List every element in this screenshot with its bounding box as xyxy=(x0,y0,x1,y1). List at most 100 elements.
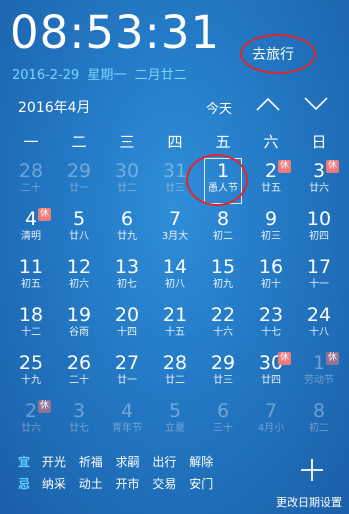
day-number: 12 xyxy=(66,256,92,278)
calendar-day[interactable]: 31 廿三 xyxy=(151,158,199,206)
weekday-label: 一 xyxy=(23,133,39,151)
clock-time: 08:53:31 xyxy=(10,6,221,59)
calendar-day[interactable]: 28 廿二 xyxy=(151,350,199,398)
day-number: 15 xyxy=(210,256,236,278)
calendar-day[interactable]: 21 十五 xyxy=(151,302,199,350)
day-number: 21 xyxy=(162,304,188,326)
today-button[interactable]: 今天 xyxy=(206,98,232,117)
weekday-label: 二 xyxy=(71,133,87,151)
day-number: 25 xyxy=(18,352,44,374)
day-number: 31 xyxy=(162,160,188,182)
day-lunar-label: 廿七 xyxy=(69,423,89,434)
day-number: 29 xyxy=(66,160,92,182)
day-lunar-label: 初七 xyxy=(117,279,137,290)
current-date: 2016-2-29 xyxy=(12,68,80,83)
day-number: 24 xyxy=(306,304,332,326)
calendar-day[interactable]: 11 初五 xyxy=(7,254,55,302)
calendar-day[interactable]: 3 廿七 xyxy=(55,398,103,446)
calendar-day[interactable]: 17 十一 xyxy=(295,254,343,302)
day-lunar-label: 初五 xyxy=(21,279,41,290)
calendar-day[interactable]: 16 初十 xyxy=(247,254,295,302)
calendar-day[interactable]: 13 初七 xyxy=(103,254,151,302)
day-lunar-label: 十九 xyxy=(21,375,41,386)
current-weekday: 星期一 xyxy=(87,68,127,83)
calendar-day[interactable]: 30 廿二 xyxy=(103,158,151,206)
day-lunar-label: 十七 xyxy=(261,327,281,338)
calendar-week-row: 2 廿六休 3 廿七 4 青年节 5 立夏 6 三十 7 4月小 8 初二 xyxy=(7,398,343,446)
calendar-day[interactable]: 29 廿三 xyxy=(199,350,247,398)
day-lunar-label: 初四 xyxy=(309,231,329,242)
calendar-day[interactable]: 10 初四 xyxy=(295,206,343,254)
calendar-day-selected[interactable]: 1 愚人节 xyxy=(199,158,247,206)
calendar-day[interactable]: 2 廿五休 xyxy=(247,158,295,206)
calendar-day[interactable]: 3 廿六休 xyxy=(295,158,343,206)
calendar-day[interactable]: 19 谷雨 xyxy=(55,302,103,350)
day-number: 7 xyxy=(168,208,182,230)
calendar-day[interactable]: 1 劳动节休 xyxy=(295,350,343,398)
calendar-day[interactable]: 30 廿四休 xyxy=(247,350,295,398)
calendar-day[interactable]: 6 廿九 xyxy=(103,206,151,254)
almanac-ji-row: 忌 纳采 动土 开市 交易 安门 xyxy=(18,473,222,495)
day-lunar-label: 十六 xyxy=(213,327,233,338)
day-lunar-label: 二十 xyxy=(21,183,41,194)
calendar-day[interactable]: 26 二十 xyxy=(55,350,103,398)
calendar-week-row: 28 二十 29 廿一 30 廿二 31 廿三 1 愚人节 2 廿五休 3 廿六休 xyxy=(7,158,343,206)
month-title: 2016年4月 xyxy=(18,100,91,116)
day-lunar-label: 初九 xyxy=(213,279,233,290)
calendar-day[interactable]: 8 初二 xyxy=(295,398,343,446)
calendar-day[interactable]: 20 十四 xyxy=(103,302,151,350)
current-date-line: 2016-2-29 星期一 二月廿二 xyxy=(12,64,191,83)
day-lunar-label: 二十 xyxy=(69,375,89,386)
day-number: 5 xyxy=(72,208,86,230)
day-number: 13 xyxy=(114,256,140,278)
calendar-day[interactable]: 14 初八 xyxy=(151,254,199,302)
almanac-yi-item: 出行 xyxy=(152,455,177,469)
almanac-yi-item: 求嗣 xyxy=(115,455,140,469)
calendar-day[interactable]: 4 清明休 xyxy=(7,206,55,254)
calendar-day[interactable]: 2 廿六休 xyxy=(7,398,55,446)
day-number: 9 xyxy=(264,208,278,230)
day-lunar-label: 初二 xyxy=(213,231,233,242)
calendar-day[interactable]: 12 初六 xyxy=(55,254,103,302)
day-lunar-label: 初二 xyxy=(309,423,329,434)
day-lunar-label: 廿四 xyxy=(261,375,281,386)
day-lunar-label: 4月小 xyxy=(257,423,285,434)
calendar-day[interactable]: 25 十九 xyxy=(7,350,55,398)
calendar-day[interactable]: 9 初三 xyxy=(247,206,295,254)
calendar-day[interactable]: 8 初二 xyxy=(199,206,247,254)
day-lunar-label: 廿一 xyxy=(69,183,89,194)
day-lunar-label: 十五 xyxy=(165,327,185,338)
calendar-day[interactable]: 29 廿一 xyxy=(55,158,103,206)
calendar-day[interactable]: 5 廿八 xyxy=(55,206,103,254)
travel-link[interactable]: 去旅行 xyxy=(252,44,294,64)
calendar-day[interactable]: 5 立夏 xyxy=(151,398,199,446)
selected-day-box xyxy=(204,158,242,204)
holiday-badge: 休 xyxy=(38,400,51,413)
day-lunar-label: 廿三 xyxy=(165,183,185,194)
next-month-button[interactable] xyxy=(302,94,330,114)
day-number: 30 xyxy=(114,160,140,182)
day-number: 5 xyxy=(168,400,182,422)
almanac-ji-item: 动土 xyxy=(78,477,103,491)
calendar-day[interactable]: 22 十六 xyxy=(199,302,247,350)
calendar-day[interactable]: 28 二十 xyxy=(7,158,55,206)
calendar-day[interactable]: 27 廿一 xyxy=(103,350,151,398)
calendar-day[interactable]: 15 初九 xyxy=(199,254,247,302)
calendar-day[interactable]: 7 4月小 xyxy=(247,398,295,446)
calendar-day[interactable]: 24 十八 xyxy=(295,302,343,350)
add-event-button[interactable] xyxy=(299,457,325,483)
change-date-settings-link[interactable]: 更改日期设置 xyxy=(276,494,342,510)
calendar-day[interactable]: 7 3月大 xyxy=(151,206,199,254)
almanac-ji-item: 安门 xyxy=(189,477,214,491)
calendar-week-row: 18 十二 19 谷雨 20 十四 21 十五 22 十六 23 十七 24 十八 xyxy=(7,302,343,350)
calendar-day[interactable]: 23 十七 xyxy=(247,302,295,350)
prev-month-button[interactable] xyxy=(254,94,282,114)
calendar-day[interactable]: 6 三十 xyxy=(199,398,247,446)
day-lunar-label: 初三 xyxy=(261,231,281,242)
calendar-panel: 08:53:31 2016-2-29 星期一 二月廿二 去旅行 2016年4月 … xyxy=(0,0,349,514)
calendar-day[interactable]: 4 青年节 xyxy=(103,398,151,446)
day-lunar-label: 廿五 xyxy=(261,183,281,194)
calendar-day[interactable]: 18 十二 xyxy=(7,302,55,350)
calendar-week-row: 11 初五 12 初六 13 初七 14 初八 15 初九 16 初十 17 十一 xyxy=(7,254,343,302)
day-number: 17 xyxy=(306,256,332,278)
